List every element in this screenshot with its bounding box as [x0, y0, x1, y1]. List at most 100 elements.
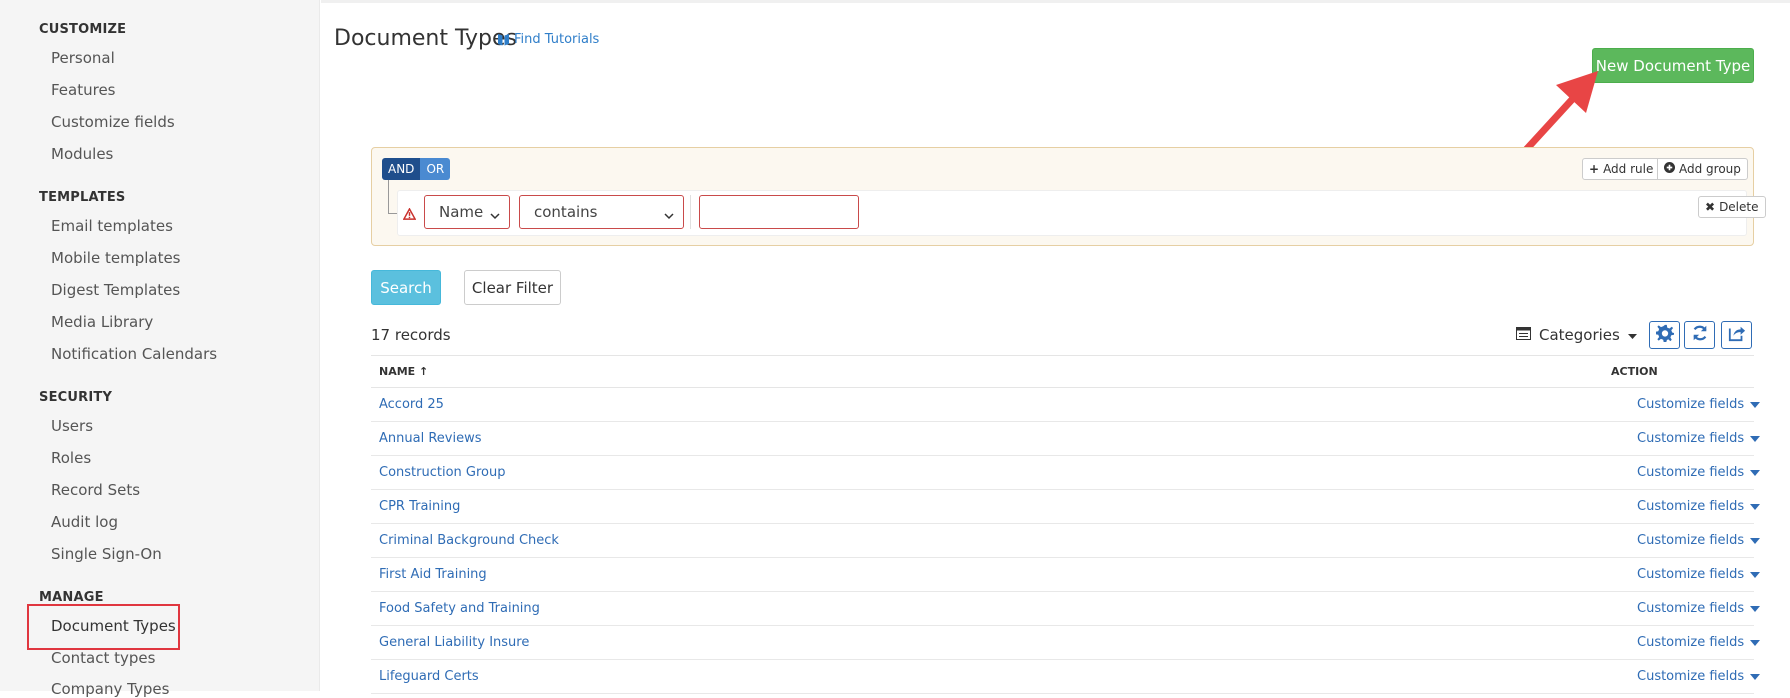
rule-field-select[interactable]: Name	[424, 195, 510, 229]
query-rule-row: Name contains ✖ Delete	[397, 190, 1766, 236]
customize-fields-dropdown[interactable]: Customize fields	[1637, 431, 1761, 446]
row-action-label: Customize fields	[1637, 567, 1745, 582]
sidebar-item-notification-calendars[interactable]: Notification Calendars	[51, 345, 217, 363]
gear-icon	[1655, 324, 1674, 346]
top-divider	[321, 0, 1790, 3]
column-header-name[interactable]: NAME ↑	[379, 365, 428, 378]
caret-down-icon	[1750, 601, 1761, 616]
sidebar-item-features[interactable]: Features	[51, 81, 116, 99]
sidebar-item-customize-fields[interactable]: Customize fields	[51, 113, 175, 131]
row-name-link[interactable]: First Aid Training	[379, 567, 487, 582]
customize-fields-dropdown[interactable]: Customize fields	[1637, 499, 1761, 514]
search-button[interactable]: Search	[371, 270, 441, 305]
rule-operator-value: contains	[534, 203, 598, 221]
find-tutorials-link[interactable]: Find Tutorials	[498, 32, 599, 47]
sidebar-item-contact-types[interactable]: Contact types	[51, 649, 155, 667]
rule-divider	[690, 195, 691, 229]
sidebar-item-company-types[interactable]: Company Types	[51, 680, 169, 698]
export-button[interactable]	[1721, 321, 1752, 349]
add-group-button[interactable]: Add group	[1657, 158, 1748, 180]
sidebar-item-single-sign-on[interactable]: Single Sign-On	[51, 545, 162, 563]
customize-fields-dropdown[interactable]: Customize fields	[1637, 601, 1761, 616]
caret-down-icon	[1750, 567, 1761, 582]
sidebar: CUSTOMIZE Personal Features Customize fi…	[0, 0, 320, 698]
sidebar-item-users[interactable]: Users	[51, 417, 93, 435]
customize-fields-dropdown[interactable]: Customize fields	[1637, 397, 1761, 412]
close-icon: ✖	[1705, 200, 1716, 214]
sidebar-heading-manage: MANAGE	[39, 590, 104, 605]
row-name-link[interactable]: Criminal Background Check	[379, 533, 559, 548]
chevron-down-icon	[664, 207, 674, 225]
customize-fields-dropdown[interactable]: Customize fields	[1637, 669, 1761, 684]
row-action-label: Customize fields	[1637, 465, 1745, 480]
or-button[interactable]: OR	[420, 158, 451, 180]
delete-rule-button[interactable]: ✖ Delete	[1698, 196, 1766, 218]
refresh-button[interactable]	[1684, 321, 1715, 349]
rule-operator-select[interactable]: contains	[519, 195, 684, 229]
sidebar-item-audit-log[interactable]: Audit log	[51, 513, 118, 531]
row-action-label: Customize fields	[1637, 431, 1745, 446]
table-row: Food Safety and Training Customize field…	[371, 592, 1761, 626]
chevron-down-icon	[490, 207, 500, 225]
table-row: Annual Reviews Customize fields	[371, 422, 1761, 456]
table-row: Accord 25 Customize fields	[371, 388, 1761, 422]
table-row: Construction Group Customize fields	[371, 456, 1761, 490]
row-name-link[interactable]: Lifeguard Certs	[379, 669, 479, 684]
sidebar-item-email-templates[interactable]: Email templates	[51, 217, 173, 235]
customize-fields-dropdown[interactable]: Customize fields	[1637, 533, 1761, 548]
row-name-link[interactable]: Annual Reviews	[379, 431, 481, 446]
sidebar-item-roles[interactable]: Roles	[51, 449, 91, 467]
row-name-link[interactable]: CPR Training	[379, 499, 460, 514]
sidebar-heading-security: SECURITY	[39, 390, 113, 405]
share-icon	[1728, 324, 1746, 346]
row-action-label: Customize fields	[1637, 499, 1745, 514]
rule-field-value: Name	[439, 203, 484, 221]
table-row: Lifeguard Certs Customize fields	[371, 660, 1761, 694]
row-name-link[interactable]: Construction Group	[379, 465, 505, 480]
customize-fields-dropdown[interactable]: Customize fields	[1637, 567, 1761, 582]
row-name-link[interactable]: General Liability Insure	[379, 635, 529, 650]
table-row: CPR Training Customize fields	[371, 490, 1761, 524]
list-icon	[1516, 326, 1531, 344]
and-or-toggle: AND OR	[382, 158, 451, 180]
sidebar-item-personal[interactable]: Personal	[51, 49, 115, 67]
and-button[interactable]: AND	[382, 158, 421, 180]
sidebar-item-document-types[interactable]: Document Types	[51, 617, 176, 635]
categories-dropdown[interactable]: Categories	[1516, 326, 1637, 344]
customize-fields-dropdown[interactable]: Customize fields	[1637, 465, 1761, 480]
plus-icon: +	[1589, 162, 1600, 176]
row-action-label: Customize fields	[1637, 635, 1745, 650]
caret-down-icon	[1750, 397, 1761, 412]
table-header: NAME ↑ ACTION	[371, 355, 1754, 388]
new-document-type-button[interactable]: New Document Type	[1592, 48, 1754, 83]
caret-down-icon	[1750, 635, 1761, 650]
rule-value-input[interactable]	[699, 195, 859, 229]
add-rule-label: Add rule	[1603, 162, 1654, 176]
row-action-label: Customize fields	[1637, 601, 1745, 616]
book-icon	[498, 33, 509, 46]
sidebar-item-media-library[interactable]: Media Library	[51, 313, 153, 331]
plus-circle-icon	[1664, 159, 1675, 179]
sidebar-item-mobile-templates[interactable]: Mobile templates	[51, 249, 181, 267]
records-count: 17 records	[371, 326, 451, 344]
table-row: Criminal Background Check Customize fiel…	[371, 524, 1761, 558]
sidebar-heading-customize: CUSTOMIZE	[39, 22, 127, 37]
add-group-label: Add group	[1679, 162, 1741, 176]
clear-filter-button[interactable]: Clear Filter	[464, 270, 561, 305]
sidebar-item-digest-templates[interactable]: Digest Templates	[51, 281, 180, 299]
warning-icon	[402, 205, 417, 224]
query-builder: AND OR + Add rule Add group Name contain…	[371, 147, 1766, 246]
row-name-link[interactable]: Food Safety and Training	[379, 601, 540, 616]
table-row: First Aid Training Customize fields	[371, 558, 1761, 592]
sidebar-item-record-sets[interactable]: Record Sets	[51, 481, 140, 499]
row-name-link[interactable]: Accord 25	[379, 397, 444, 412]
customize-fields-dropdown[interactable]: Customize fields	[1637, 635, 1761, 650]
sidebar-item-modules[interactable]: Modules	[51, 145, 113, 163]
row-action-label: Customize fields	[1637, 669, 1745, 684]
row-action-label: Customize fields	[1637, 533, 1745, 548]
sidebar-heading-templates: TEMPLATES	[39, 190, 126, 205]
add-rule-button[interactable]: + Add rule	[1582, 158, 1661, 180]
settings-button[interactable]	[1649, 321, 1680, 349]
caret-down-icon	[1750, 465, 1761, 480]
caret-down-icon	[1750, 499, 1761, 514]
